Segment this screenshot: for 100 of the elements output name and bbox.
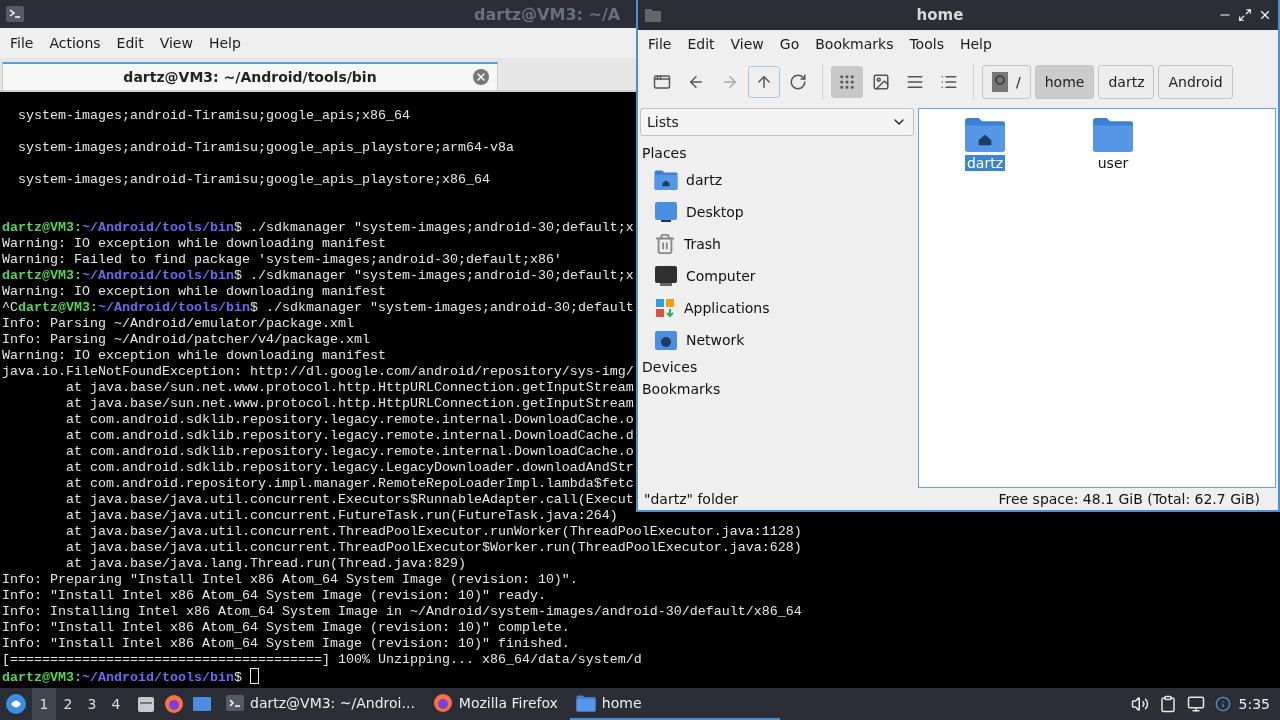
desktop-icon[interactable]	[192, 694, 212, 714]
workspace-button[interactable]: 4	[104, 688, 128, 720]
reload-icon	[789, 73, 807, 91]
taskbar-task[interactable]: Mozilla Firefox	[426, 688, 564, 720]
lines-icon	[906, 73, 924, 91]
section-heading[interactable]: Places	[640, 142, 914, 164]
place-item[interactable]: Computer	[640, 260, 914, 292]
terminal-line: java.io.FileNotFoundException: http://dl.google.com/android/repository/sys-img/	[2, 364, 634, 380]
side-pane-select[interactable]: Lists	[640, 108, 914, 136]
terminal-line: at com.android.sdklib.repository.legacy.remote.internal.DownloadCache.o	[65, 412, 634, 428]
workspace-button[interactable]: 2	[56, 688, 80, 720]
monitor-icon	[654, 265, 678, 287]
terminal-icon	[6, 6, 24, 22]
up-button[interactable]	[748, 66, 780, 98]
new-window-icon	[653, 73, 671, 91]
folder-icon	[575, 694, 596, 712]
info-icon[interactable]	[1214, 696, 1231, 712]
start-menu-icon[interactable]	[4, 692, 28, 716]
workspace-button[interactable]: 3	[80, 688, 104, 720]
view-mode-button[interactable]	[831, 66, 863, 98]
prompt-line: dartz@VM3:~/Android/tools/bin$	[2, 670, 243, 685]
firefox-icon[interactable]	[164, 694, 184, 714]
place-item[interactable]: Trash	[640, 228, 914, 260]
terminal-line: Warning: Failed to find package 'system-images;android-30;default;x86'	[2, 252, 562, 268]
forward-arrow-icon	[721, 73, 739, 91]
terminal-line: at java.base/java.util.concurrent.ThreadPoolExecutor.runWorker(ThreadPoolExecutor.java:1128)	[65, 524, 802, 540]
section-heading[interactable]: Bookmarks	[640, 378, 914, 400]
prompt-line: dartz@VM3:~/Android/tools/bin$ ./sdkmanager "system-images;android-30;default;x	[2, 268, 634, 283]
home-folder-icon	[654, 169, 678, 191]
terminal-line: at java.base/java.util.concurrent.FutureTask.run(FutureTask.java:264)	[65, 508, 618, 524]
terminal-line: at java.base/sun.net.www.protocol.http.HttpURLConnection.getInputStream	[65, 396, 634, 412]
menu-item[interactable]: Actions	[41, 35, 109, 51]
terminal-line: Warning: IO exception while downloading manifest	[2, 348, 386, 364]
terminal-line: Warning: IO exception while downloading manifest	[2, 284, 386, 300]
clipboard-icon[interactable]	[1158, 695, 1177, 713]
terminal-line: at com.android.sdklib.repository.legacy.remote.internal.DownloadCache.d	[65, 428, 634, 444]
grid-icon	[838, 73, 856, 91]
terminal-line: Info: "Install Intel x86 Atom_64 System Image (revision: 10)" ready.	[2, 588, 546, 604]
taskbar-task[interactable]: dartz@VM3: ~/Androi...	[220, 688, 421, 720]
terminal-line: system-images;android-Tiramisu;google_apis;x86_64	[17, 108, 410, 124]
menu-item[interactable]: View	[722, 36, 772, 52]
terminal-line: at java.base/sun.net.www.protocol.http.HttpURLConnection.getInputStream	[65, 380, 634, 396]
terminal-line: at com.android.sdklib.repository.legacy.LegacyDownloader.downloadAndStr	[65, 460, 634, 476]
path-button[interactable]: /	[982, 65, 1031, 99]
monitor-icon[interactable]	[1186, 695, 1205, 713]
terminal-line: system-images;android-Tiramisu;google_apis_playstore;arm64-v8a	[17, 140, 514, 156]
clock: 5:35	[1238, 696, 1270, 712]
path-button[interactable]: Android	[1158, 65, 1233, 99]
terminal-line: at java.base/java.util.concurrent.ThreadPoolExecutor$Worker.run(ThreadPoolExecutor.java:628)	[65, 540, 802, 556]
home-folder-icon	[964, 117, 1006, 153]
terminal-line: Info: Installing Intel x86 Atom_64 System Image in ~/Android/system-images/android-30/default/x86_64	[2, 604, 802, 620]
network-folder-icon	[654, 329, 678, 351]
prompt-line: dartz@VM3:~/Android/tools/bin$ ./sdkmanager "system-images;android-30;default;x	[2, 220, 634, 235]
menu-item[interactable]: Help	[951, 36, 1000, 52]
place-item[interactable]: Applications	[640, 292, 914, 324]
terminal-tab[interactable]: dartz@VM3: ~/Android/tools/bin	[2, 62, 498, 90]
menu-item[interactable]: File	[2, 35, 42, 51]
file-name[interactable]: dartz	[964, 154, 1006, 171]
menu-item[interactable]: File	[640, 36, 680, 52]
maximize-icon[interactable]	[1238, 8, 1252, 22]
apps-icon	[654, 297, 676, 319]
menu-item[interactable]: Go	[771, 36, 808, 52]
prompt-line: ^Cdartz@VM3:~/Android/tools/bin$ ./sdkmanager "system-images;android-30;default	[2, 300, 634, 315]
section-heading[interactable]: Devices	[640, 356, 914, 378]
place-item[interactable]: dartz	[640, 164, 914, 196]
terminal-icon	[226, 695, 244, 711]
menu-item[interactable]: Bookmarks	[807, 36, 902, 52]
path-button[interactable]: dartz	[1098, 65, 1155, 99]
window-title: dartz@VM3: ~/A	[474, 4, 621, 24]
list-icon	[940, 73, 958, 91]
menu-item[interactable]: Help	[200, 35, 249, 51]
terminal-line: Info: Parsing ~/Android/emulator/package.xml	[2, 316, 354, 332]
terminal-line: Warning: IO exception while downloading manifest	[2, 236, 386, 252]
terminal-line: at com.android.repository.impl.manager.RemoteRepoLoaderImpl.lambda$fetc	[65, 476, 634, 492]
path-button[interactable]: home	[1034, 65, 1095, 99]
firefox-icon	[432, 693, 453, 713]
menu-item[interactable]: Tools	[901, 36, 952, 52]
folder-icon	[1092, 117, 1134, 153]
file-name[interactable]: user	[1095, 154, 1131, 171]
menu-item[interactable]: Edit	[108, 35, 152, 51]
terminal-line: at java.base/java.lang.Thread.run(Thread.java:829)	[65, 556, 466, 572]
taskbar-task[interactable]: home	[569, 688, 780, 720]
trash-icon	[654, 233, 676, 255]
terminal-line: Info: "Install Intel x86 Atom_64 System Image (revision: 10)" finished.	[2, 636, 570, 652]
workspace-button[interactable]: 1	[32, 688, 56, 720]
image-icon	[872, 73, 890, 91]
menu-item[interactable]: View	[151, 35, 201, 51]
terminal-line: [=======================================] 100% Unzipping... x86_64/data/system/d	[2, 652, 642, 668]
terminal-line: at java.base/java.util.concurrent.Executors$RunnableAdapter.call(Execut	[65, 492, 634, 508]
volume-icon[interactable]	[1130, 695, 1149, 713]
desktop-icon	[654, 201, 678, 223]
terminal-line: Info: Preparing "Install Intel x86 Atom_64 System Image (revision: 10)".	[2, 572, 578, 588]
menu-item[interactable]: Edit	[679, 36, 723, 52]
place-item[interactable]: Network	[640, 324, 914, 356]
window-title: home	[915, 6, 965, 24]
close-icon[interactable]	[1258, 8, 1272, 22]
place-item[interactable]: Desktop	[640, 196, 914, 228]
terminal-line: Info: Parsing ~/Android/patcher/v4/package.xml	[2, 332, 370, 348]
terminal-line: at com.android.sdklib.repository.legacy.remote.internal.DownloadCache.o	[65, 444, 634, 460]
file-cabinet-icon[interactable]	[136, 694, 156, 714]
